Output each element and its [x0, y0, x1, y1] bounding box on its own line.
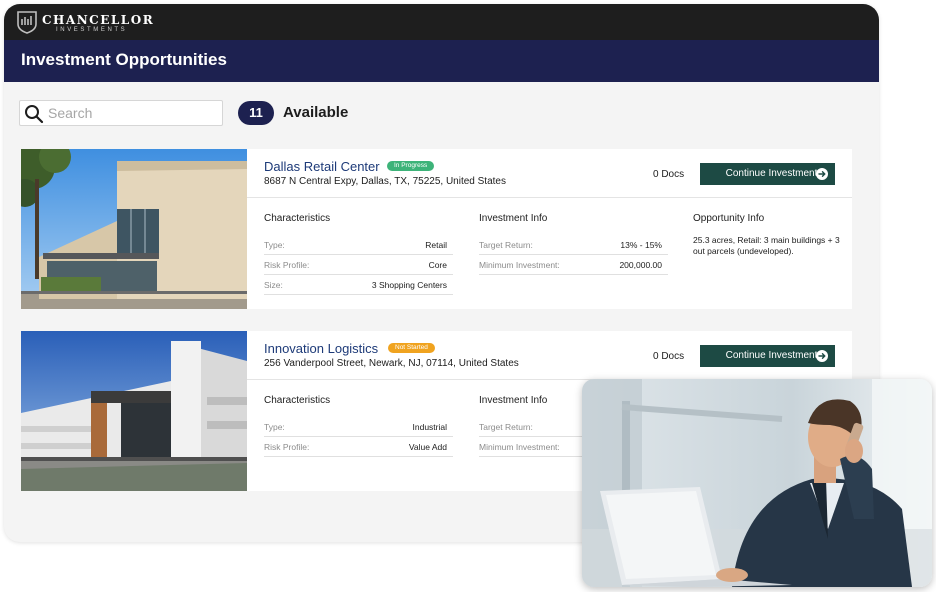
logo-crest-icon [17, 11, 37, 34]
row-label: Target Return: [479, 240, 533, 250]
row-value: Retail [425, 240, 447, 250]
available-label: Available [283, 104, 349, 121]
characteristic-row: Type: Industrial [264, 417, 453, 437]
opportunity-address: 8687 N Central Expy, Dallas, TX, 75225, … [264, 176, 506, 187]
row-label: Risk Profile: [264, 442, 310, 452]
businessman-illustration [582, 379, 932, 587]
investment-info-heading: Investment Info [479, 395, 548, 406]
row-label: Risk Profile: [264, 260, 310, 270]
characteristic-row: Type: Retail [264, 235, 453, 255]
brand-tagline: INVESTMENTS [56, 27, 128, 33]
row-label: Size: [264, 280, 283, 290]
row-label: Minimum Investment: [479, 260, 560, 270]
row-value: 3 Shopping Centers [371, 280, 447, 290]
row-label: Minimum Investment: [479, 442, 560, 452]
search-icon [25, 105, 44, 124]
continue-investment-button[interactable]: Continue Investment [700, 163, 835, 185]
characteristic-row: Risk Profile: Value Add [264, 437, 453, 457]
status-badge: In Progress [387, 161, 435, 171]
investment-row: Target Return: 13% - 15% [479, 235, 668, 255]
opportunity-title[interactable]: Innovation Logistics [264, 341, 378, 356]
row-value: Value Add [408, 442, 447, 452]
page-header: Investment Opportunities [4, 40, 879, 82]
docs-count[interactable]: 0 Docs [653, 169, 684, 180]
property-image[interactable] [21, 149, 247, 309]
docs-count[interactable]: 0 Docs [653, 351, 684, 362]
property-image[interactable] [21, 331, 247, 491]
characteristic-row: Risk Profile: Core [264, 255, 453, 275]
brand-bar: CHANCELLOR INVESTMENTS [4, 4, 879, 40]
opportunity-title[interactable]: Dallas Retail Center [264, 159, 380, 174]
characteristic-row: Size: 3 Shopping Centers [264, 275, 453, 295]
row-value: Core [428, 260, 447, 270]
row-label: Type: [264, 240, 285, 250]
row-value: Industrial [412, 422, 448, 432]
available-count-badge: 11 [238, 101, 274, 125]
continue-investment-button[interactable]: Continue Investment [700, 345, 835, 367]
row-value: 13% - 15% [620, 240, 662, 250]
page-title: Investment Opportunities [21, 50, 227, 69]
investment-info-heading: Investment Info [479, 213, 548, 224]
arrow-right-circle-icon [816, 168, 828, 180]
brand-logo[interactable]: CHANCELLOR INVESTMENTS [16, 10, 153, 36]
status-badge: Not Started [388, 343, 435, 353]
row-value: 200,000.00 [619, 260, 662, 270]
opportunity-card: Dallas Retail Center In Progress 8687 N … [21, 149, 852, 309]
search-input[interactable] [48, 103, 218, 123]
continue-investment-label: Continue Investment [725, 168, 818, 179]
row-label: Type: [264, 422, 285, 432]
arrow-right-circle-icon [816, 350, 828, 362]
characteristics-heading: Characteristics [264, 213, 331, 224]
row-label: Target Return: [479, 422, 533, 432]
card-divider [247, 197, 852, 198]
search-box[interactable] [19, 100, 223, 126]
opportunity-address: 256 Vanderpool Street, Newark, NJ, 07114… [264, 358, 519, 369]
opportunity-info-text: 25.3 acres, Retail: 3 main buildings + 3… [693, 235, 840, 256]
brand-name: CHANCELLOR [42, 13, 155, 27]
investment-row: Minimum Investment: 200,000.00 [479, 255, 668, 275]
characteristics-heading: Characteristics [264, 395, 331, 406]
businessman-photo [582, 379, 932, 587]
opportunity-info-heading: Opportunity Info [693, 213, 765, 224]
continue-investment-label: Continue Investment [725, 350, 818, 361]
